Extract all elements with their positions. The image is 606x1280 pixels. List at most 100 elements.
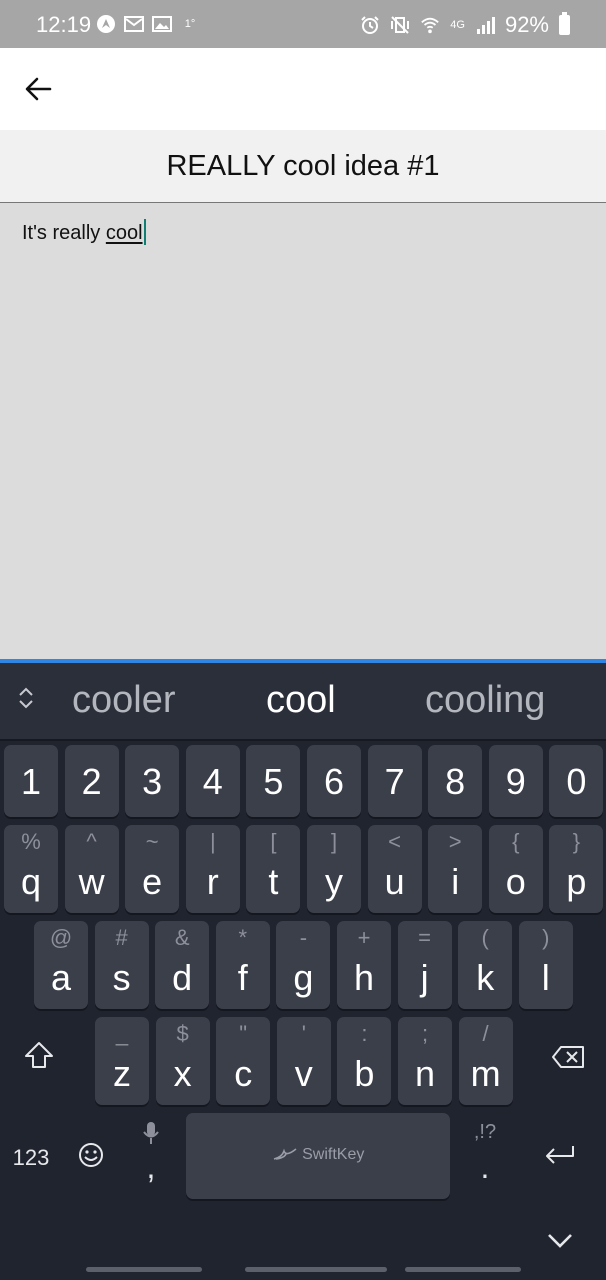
key-o[interactable]: {o [488, 825, 543, 913]
key-f[interactable]: * f [215, 921, 270, 1009]
key-secondary-label: _ [115, 1021, 129, 1046]
key-secondary-label: ] [330, 829, 338, 854]
shift-key[interactable] [12, 1041, 66, 1081]
key-c[interactable]: " c [216, 1017, 271, 1105]
numbers-key[interactable]: 123 [8, 1145, 54, 1171]
gallery-notification-icon [152, 14, 172, 34]
key-secondary-label: ; [421, 1021, 429, 1046]
key-s[interactable]: # s [94, 921, 149, 1009]
key-label: 7 [384, 761, 405, 802]
key-label: a [50, 957, 72, 998]
key-secondary-label: : [361, 1021, 368, 1046]
battery-percent: 92% [504, 12, 549, 37]
key-z[interactable]: _ z [95, 1017, 149, 1105]
battery-icon [559, 12, 570, 35]
network-type: 4G [450, 19, 465, 31]
key-y[interactable]: ] y [307, 825, 361, 913]
space-bar[interactable]: SwiftKey [186, 1113, 450, 1199]
key-b[interactable]: :b [337, 1017, 392, 1105]
key-label: y [325, 861, 343, 902]
microphone-icon [143, 1122, 159, 1144]
key-m[interactable]: / m [458, 1017, 513, 1105]
key-a[interactable]: @ a [34, 921, 88, 1009]
key-label: h [353, 957, 375, 998]
key-i[interactable]: > i [428, 825, 483, 913]
weather-temp: 1° [184, 18, 196, 30]
key-e[interactable]: ~ e [125, 825, 180, 913]
suggestion-right[interactable]: cooling [425, 679, 545, 722]
key-u[interactable]: < u [367, 825, 422, 913]
wifi-icon [420, 15, 440, 35]
key-l[interactable]: ) l [518, 921, 573, 1009]
key-0[interactable]: 0 [549, 745, 604, 817]
status-bar: 12:19 1° 4G 92% [0, 0, 606, 48]
nav-handle-right [405, 1267, 521, 1272]
key-label: m [470, 1053, 501, 1094]
back-button[interactable] [18, 69, 58, 109]
suggestion-left[interactable]: cooler [72, 679, 176, 722]
key-secondary-label: $ [176, 1021, 189, 1046]
key-5[interactable]: 5 [246, 745, 301, 817]
key-label: v [294, 1053, 313, 1094]
key-label: o [505, 861, 526, 902]
swiftkey-logo: SwiftKey [186, 1146, 450, 1164]
comma-label: , [146, 1149, 156, 1185]
swiftkey-mark-icon [273, 1148, 297, 1160]
key-label: i [451, 861, 460, 902]
note-body-editor[interactable]: It's really cool [0, 204, 606, 659]
expand-toolbar-icon[interactable] [14, 687, 38, 717]
key-1[interactable]: 1 [4, 745, 58, 817]
key-label: g [293, 957, 314, 998]
key-label: l [541, 957, 550, 998]
key-q[interactable]: % q [4, 825, 58, 913]
key-w[interactable]: ^ w [64, 825, 119, 913]
key-label: j [420, 957, 429, 998]
key-label: 0 [566, 761, 587, 802]
key-secondary-label: " [239, 1021, 248, 1046]
key-secondary-label: + [357, 925, 371, 950]
key-secondary-label: < [388, 829, 402, 854]
emoji-icon [79, 1143, 103, 1167]
key-p[interactable]: } p [549, 825, 604, 913]
key-6[interactable]: 6 [307, 745, 361, 817]
period-key[interactable]: ,!? . [462, 1121, 508, 1191]
note-title: REALLY cool idea #1 [166, 149, 440, 182]
key-secondary-label: ~ [145, 829, 159, 854]
key-4[interactable]: 4 [185, 745, 240, 817]
key-r[interactable]: | r [185, 825, 240, 913]
key-2[interactable]: 2 [64, 745, 119, 817]
key-h[interactable]: + h [337, 921, 391, 1009]
key-3[interactable]: 3 [125, 745, 180, 817]
note-title-field[interactable]: REALLY cool idea #1 [0, 130, 606, 203]
key-secondary-label: ) [542, 925, 550, 950]
hide-keyboard-button[interactable] [542, 1231, 578, 1259]
note-body-text: It's really cool [22, 219, 146, 245]
backspace-key[interactable] [546, 1045, 590, 1079]
key-n[interactable]: ; n [398, 1017, 452, 1105]
composing-word: cool [105, 222, 143, 244]
arrow-left-icon [25, 77, 52, 101]
signal-icon [475, 15, 495, 35]
status-time: 12:19 [36, 12, 92, 37]
enter-key[interactable] [540, 1143, 580, 1173]
key-label: 6 [323, 761, 345, 802]
key-d[interactable]: & d [155, 921, 210, 1009]
key-k[interactable]: (k [458, 921, 513, 1009]
key-label: b [354, 1053, 375, 1094]
key-9[interactable]: 9 [488, 745, 543, 817]
key-v[interactable]: ' v [276, 1017, 331, 1105]
emoji-key[interactable] [76, 1142, 106, 1172]
key-j[interactable]: = j [397, 921, 452, 1009]
key-8[interactable]: 8 [428, 745, 483, 817]
key-label: k [476, 957, 495, 998]
key-g[interactable]: -g [276, 921, 331, 1009]
mail-notification-icon [124, 14, 144, 34]
key-label: 1 [20, 761, 42, 802]
key-t[interactable]: [t [246, 825, 301, 913]
key-label: 3 [142, 761, 163, 802]
key-x[interactable]: $ x [155, 1017, 210, 1105]
key-label: c [234, 1053, 253, 1094]
key-7[interactable]: 7 [367, 745, 422, 817]
comma-key[interactable]: , [128, 1119, 174, 1189]
suggestion-center[interactable]: cool [266, 679, 336, 722]
